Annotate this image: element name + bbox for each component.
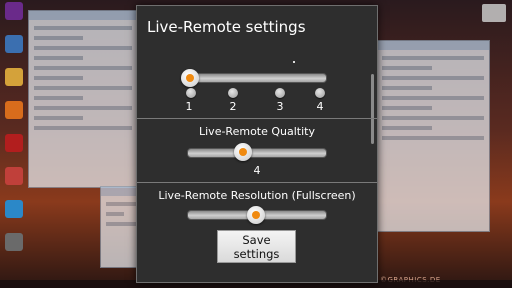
background-explorer-window-right xyxy=(376,40,490,232)
background-explorer-window xyxy=(28,10,138,188)
dialog-title: Live-Remote settings xyxy=(147,18,306,36)
desktop-app-icon[interactable] xyxy=(5,101,23,119)
tick-dot xyxy=(315,88,325,98)
quality-value: 4 xyxy=(253,164,261,177)
quality-slider-track[interactable] xyxy=(187,148,327,158)
desktop-app-icon[interactable] xyxy=(5,35,23,53)
desktop-app-icon[interactable] xyxy=(5,167,23,185)
divider xyxy=(137,182,377,183)
tick-label: 2 xyxy=(229,100,237,113)
tick-dot xyxy=(228,88,238,98)
tick-label: 1 xyxy=(185,100,193,113)
desktop-app-icon[interactable] xyxy=(5,200,23,218)
keyboard-icon[interactable] xyxy=(482,4,506,22)
tick-label: 4 xyxy=(316,100,324,113)
desktop-app-icon[interactable] xyxy=(5,2,23,20)
tick-dot xyxy=(186,88,196,98)
tick-label: 3 xyxy=(276,100,284,113)
save-settings-button[interactable]: Save settings xyxy=(217,230,296,263)
quality-slider-knob[interactable] xyxy=(233,143,252,161)
desktop-icons xyxy=(2,2,26,266)
desktop-app-icon[interactable] xyxy=(5,233,23,251)
resolution-label: Live-Remote Resolution (Fullscreen) xyxy=(158,189,356,202)
divider xyxy=(137,118,377,119)
resolution-slider-knob[interactable] xyxy=(247,206,265,224)
top-slider-knob[interactable] xyxy=(181,69,199,87)
desktop-app-icon[interactable] xyxy=(5,68,23,86)
settings-dialog: Live-Remote settings 1 2 3 4 Live-Remote… xyxy=(136,5,378,283)
quality-label: Live-Remote Qualtity xyxy=(199,125,315,138)
tick-dot xyxy=(275,88,285,98)
small-mark xyxy=(293,61,295,63)
desktop-app-icon[interactable] xyxy=(5,134,23,152)
top-slider-track[interactable] xyxy=(187,73,327,83)
